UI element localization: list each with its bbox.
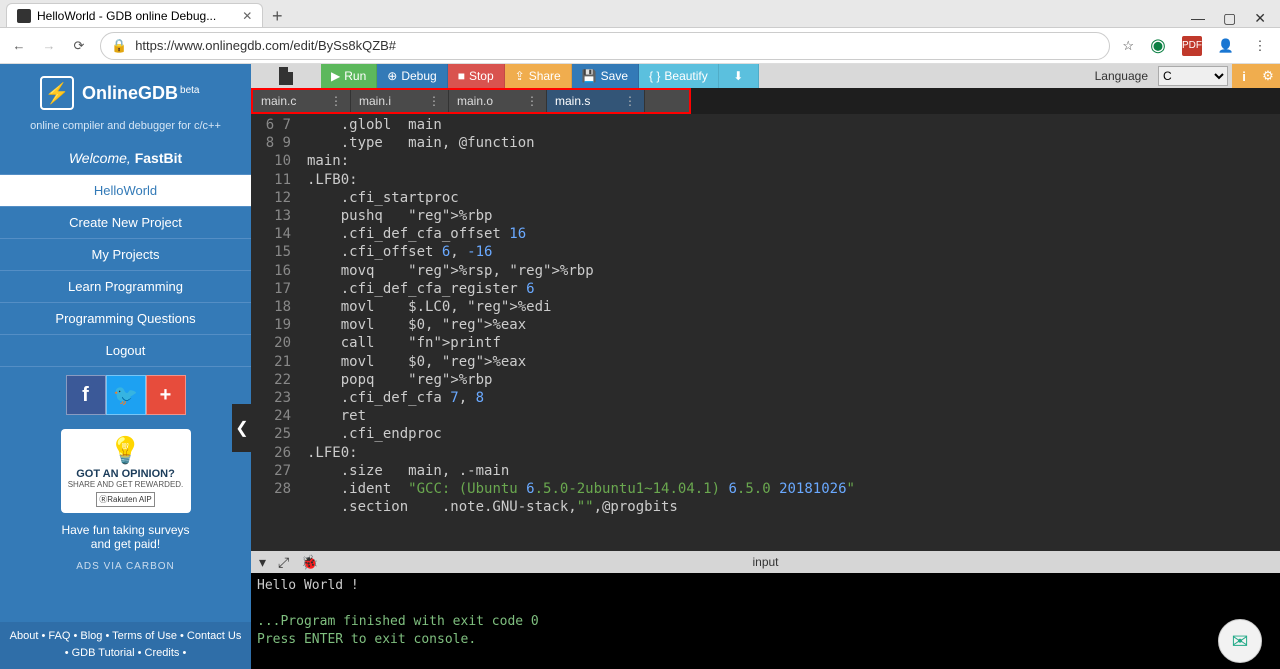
footer-credits[interactable]: Credits bbox=[145, 647, 180, 659]
footer-terms[interactable]: Terms of Use bbox=[112, 630, 177, 642]
extension-icon-2[interactable]: PDF bbox=[1182, 36, 1202, 56]
stop-button[interactable]: ■Stop bbox=[448, 64, 505, 88]
sidebar-item-questions[interactable]: Programming Questions bbox=[0, 303, 251, 335]
sidebar-item-learn[interactable]: Learn Programming bbox=[0, 271, 251, 303]
lock-icon: 🔒 bbox=[111, 38, 127, 54]
twitter-button[interactable]: 🐦 bbox=[106, 375, 146, 415]
share-button[interactable]: ⇪Share bbox=[505, 64, 572, 88]
braces-icon: { } bbox=[649, 69, 660, 83]
url-text: https://www.onlinegdb.com/edit/BySs8kQZB… bbox=[135, 38, 396, 53]
close-window-icon[interactable]: ✕ bbox=[1254, 10, 1266, 27]
extension-icon-1[interactable]: ◉ bbox=[1148, 36, 1168, 56]
save-icon: 💾 bbox=[582, 69, 597, 83]
survey-text: Have fun taking surveysand get paid! bbox=[0, 519, 251, 555]
ads-via-label: ADS VIA CARBON bbox=[0, 555, 251, 578]
main-area: ▶Run ⊕Debug ■Stop ⇪Share 💾Save { }Beauti… bbox=[251, 64, 1280, 669]
footer-about[interactable]: About bbox=[10, 630, 39, 642]
code-editor[interactable]: 6 7 8 9 10 11 12 13 14 15 16 17 18 19 20… bbox=[251, 114, 1280, 551]
new-tab-button[interactable]: + bbox=[263, 5, 291, 27]
footer-contact[interactable]: Contact Us bbox=[187, 630, 241, 642]
collapse-console-icon[interactable]: ▾ bbox=[259, 554, 266, 571]
reload-button[interactable]: ⟳ bbox=[70, 38, 88, 54]
settings-button[interactable]: ⚙ bbox=[1256, 64, 1280, 88]
input-label: input bbox=[752, 555, 778, 569]
tab-title: HelloWorld - GDB online Debug... bbox=[37, 9, 216, 23]
welcome-text: Welcome, FastBit bbox=[0, 142, 251, 174]
line-gutter: 6 7 8 9 10 11 12 13 14 15 16 17 18 19 20… bbox=[251, 114, 299, 551]
sidebar-current-file[interactable]: HelloWorld bbox=[0, 175, 251, 207]
sidebar-item-projects[interactable]: My Projects bbox=[0, 239, 251, 271]
file-tab-main-s[interactable]: main.s⋮ bbox=[547, 90, 645, 112]
address-bar: ← → ⟳ 🔒 https://www.onlinegdb.com/edit/B… bbox=[0, 28, 1280, 64]
file-tab-main-o[interactable]: main.o⋮ bbox=[449, 90, 547, 112]
bulb-icon: 💡 bbox=[67, 435, 185, 466]
sidebar-item-create[interactable]: Create New Project bbox=[0, 207, 251, 239]
browser-tab[interactable]: HelloWorld - GDB online Debug... ✕ bbox=[6, 3, 263, 27]
favicon bbox=[17, 9, 31, 23]
play-icon: ▶ bbox=[331, 69, 340, 83]
toolbar: ▶Run ⊕Debug ■Stop ⇪Share 💾Save { }Beauti… bbox=[251, 64, 1280, 88]
advertisement[interactable]: 💡 GOT AN OPINION? SHARE AND GET REWARDED… bbox=[61, 429, 191, 513]
file-icon bbox=[279, 67, 293, 85]
sidebar: ⚡ OnlineGDBbeta online compiler and debu… bbox=[0, 64, 251, 669]
sidebar-nav: HelloWorld Create New Project My Project… bbox=[0, 174, 251, 367]
browser-tab-bar: HelloWorld - GDB online Debug... ✕ + — ▢… bbox=[0, 0, 1280, 28]
tagline: online compiler and debugger for c/c++ bbox=[0, 116, 251, 142]
crosshair-icon: ⊕ bbox=[387, 69, 397, 83]
tab-menu-icon[interactable]: ⋮ bbox=[330, 94, 342, 108]
maximize-icon[interactable]: ▢ bbox=[1223, 10, 1236, 27]
logo[interactable]: ⚡ OnlineGDBbeta bbox=[0, 64, 251, 116]
tab-menu-icon[interactable]: ⋮ bbox=[624, 94, 636, 108]
io-toolbar: ▾ ⤢ 🐞 input bbox=[251, 551, 1280, 573]
close-tab-icon[interactable]: ✕ bbox=[242, 9, 252, 23]
tab-menu-icon[interactable]: ⋮ bbox=[526, 94, 538, 108]
clear-console-icon[interactable]: 🐞 bbox=[301, 554, 318, 571]
url-input[interactable]: 🔒 https://www.onlinegdb.com/edit/BySs8kQ… bbox=[100, 32, 1110, 60]
share-icon: ⇪ bbox=[515, 69, 525, 83]
language-label: Language bbox=[1089, 64, 1154, 88]
download-button[interactable]: ⬇ bbox=[719, 64, 759, 88]
footer-blog[interactable]: Blog bbox=[80, 630, 102, 642]
console-output[interactable]: Hello World ! ...Program finished with e… bbox=[251, 573, 1280, 669]
stop-icon: ■ bbox=[458, 69, 465, 83]
sidebar-item-logout[interactable]: Logout bbox=[0, 335, 251, 367]
file-tab-main-i[interactable]: main.i⋮ bbox=[351, 90, 449, 112]
logo-icon: ⚡ bbox=[40, 76, 74, 110]
addthis-button[interactable]: + bbox=[146, 375, 186, 415]
footer-faq[interactable]: FAQ bbox=[48, 630, 70, 642]
beautify-button[interactable]: { }Beautify bbox=[639, 64, 719, 88]
back-button[interactable]: ← bbox=[10, 38, 28, 53]
expand-console-icon[interactable]: ⤢ bbox=[278, 554, 289, 571]
file-tab-row: main.c⋮ main.i⋮ main.o⋮ main.s⋮ bbox=[251, 88, 1280, 114]
menu-icon[interactable]: ⋮ bbox=[1250, 36, 1270, 56]
file-tab-main-c[interactable]: main.c⋮ bbox=[253, 90, 351, 112]
social-buttons: f 🐦 + bbox=[0, 375, 251, 415]
minimize-icon[interactable]: — bbox=[1191, 10, 1205, 27]
file-tabs-highlighted: main.c⋮ main.i⋮ main.o⋮ main.s⋮ bbox=[251, 88, 691, 114]
debug-button[interactable]: ⊕Debug bbox=[377, 64, 447, 88]
forward-button[interactable]: → bbox=[40, 38, 58, 53]
download-icon: ⬇ bbox=[733, 69, 743, 83]
logo-text: OnlineGDB bbox=[82, 83, 178, 103]
language-select[interactable]: C bbox=[1158, 66, 1228, 86]
footer-gdb[interactable]: GDB Tutorial bbox=[72, 647, 135, 659]
profile-icon[interactable]: 👤 bbox=[1216, 36, 1236, 56]
window-controls: — ▢ ✕ bbox=[1177, 10, 1280, 27]
run-button[interactable]: ▶Run bbox=[321, 64, 377, 88]
footer-links: About • FAQ • Blog • Terms of Use • Cont… bbox=[0, 622, 251, 669]
chat-button[interactable]: ✉ bbox=[1218, 619, 1262, 663]
about-button[interactable]: i bbox=[1232, 64, 1256, 88]
tab-menu-icon[interactable]: ⋮ bbox=[428, 94, 440, 108]
star-icon[interactable]: ☆ bbox=[1122, 38, 1134, 54]
collapse-sidebar-button[interactable]: ❮ bbox=[232, 404, 252, 452]
facebook-button[interactable]: f bbox=[66, 375, 106, 415]
new-file-button[interactable] bbox=[251, 64, 321, 88]
code-content[interactable]: .globl main .type main, @function main: … bbox=[299, 114, 1280, 551]
save-button[interactable]: 💾Save bbox=[572, 64, 639, 88]
